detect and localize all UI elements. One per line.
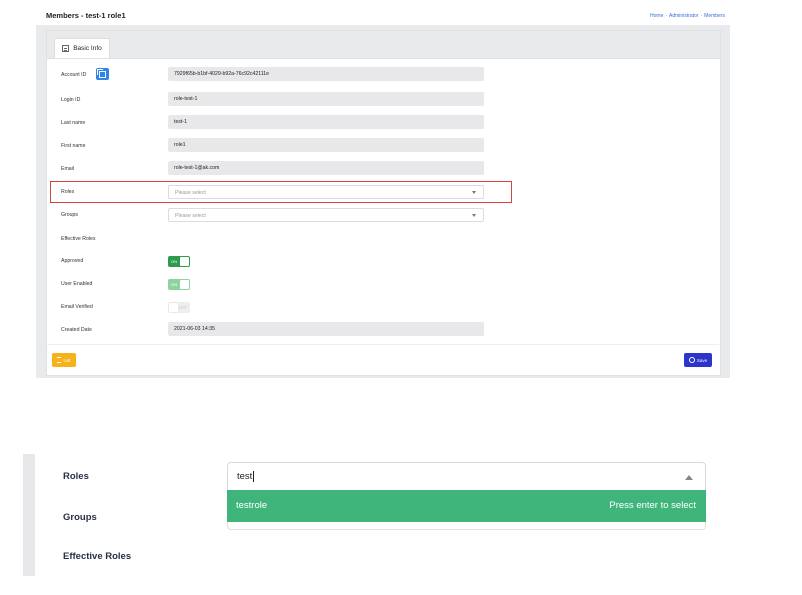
login-id-label: Login ID	[61, 97, 81, 103]
save-button[interactable]: Save	[684, 353, 712, 367]
list-icon	[57, 357, 62, 363]
zoom-roles-label: Roles	[63, 471, 89, 482]
email-label: Email	[61, 166, 74, 172]
account-id-field: 7929f65b-b1bf-4029-b92a-76c92c42111e	[168, 67, 484, 81]
last-name-label: Last name	[61, 120, 86, 126]
breadcrumb-home[interactable]: Home	[650, 13, 663, 19]
breadcrumb-administrator[interactable]: Administrator	[669, 13, 698, 19]
roles-label: Roles	[61, 189, 75, 195]
zoom-roles-search-input[interactable]: test	[227, 462, 706, 490]
zoom-groups-label: Groups	[63, 512, 97, 523]
groups-select[interactable]: Please select	[168, 208, 484, 222]
groups-label: Groups	[61, 212, 79, 218]
roles-placeholder: Please select	[175, 190, 206, 196]
option-hint: Press enter to select	[609, 500, 696, 511]
page-title: Members - test-1 role1	[46, 11, 126, 20]
chevron-down-icon	[472, 191, 476, 194]
groups-placeholder: Please select	[175, 213, 206, 219]
toggle-state: OFF	[179, 305, 187, 310]
account-id-label: Account ID	[61, 72, 87, 78]
zoom-effective-roles-label: Effective Roles	[63, 551, 132, 562]
created-date-field: 2021-06-03 14:35	[168, 322, 484, 336]
option-label: testrole	[236, 500, 268, 511]
first-name-label: First name	[61, 143, 86, 149]
user-enabled-label: User Enabled	[61, 281, 93, 287]
toggle-knob	[180, 280, 189, 289]
zoom-left-edge	[23, 454, 35, 576]
list-button[interactable]: List	[52, 353, 76, 367]
user-enabled-toggle[interactable]: ON	[168, 279, 190, 290]
chevron-down-icon	[472, 214, 476, 217]
toggle-knob	[169, 303, 178, 312]
save-button-label: Save	[696, 357, 708, 363]
list-button-label: List	[63, 357, 71, 363]
footer-divider	[46, 344, 719, 345]
approved-toggle[interactable]: ON	[168, 256, 190, 267]
first-name-field[interactable]: role1	[168, 138, 484, 152]
tab-bar: Basic Info	[47, 31, 720, 59]
toggle-knob	[180, 257, 189, 266]
last-name-field[interactable]: test-1	[168, 115, 484, 129]
tab-basic-info[interactable]: Basic Info	[54, 38, 110, 58]
search-text: test	[237, 471, 253, 482]
breadcrumb-members[interactable]: Members	[704, 13, 725, 19]
dropdown-option-testrole[interactable]: testrole Press enter to select	[227, 490, 706, 522]
approved-label: Approved	[61, 258, 84, 264]
text-cursor	[253, 470, 255, 482]
breadcrumb-separator: ·	[665, 13, 668, 19]
login-id-field: role-test-1	[168, 92, 484, 106]
check-circle-icon	[688, 357, 695, 363]
copy-icon	[97, 68, 106, 78]
created-date-label: Created Date	[61, 327, 92, 333]
chevron-up-icon[interactable]	[685, 475, 693, 480]
tab-label: Basic Info	[73, 45, 102, 52]
breadcrumb-separator: ·	[700, 13, 703, 19]
breadcrumb: Home · Administrator · Members	[649, 13, 726, 19]
dropdown-bottom-edge	[227, 522, 706, 530]
toggle-state: ON	[171, 282, 177, 287]
toggle-state: ON	[171, 259, 177, 264]
roles-select[interactable]: Please select	[168, 185, 484, 199]
email-verified-label: Email Verified	[61, 304, 93, 310]
email-field[interactable]: role-test-1@ak.com	[168, 161, 484, 175]
copy-button[interactable]	[96, 68, 109, 80]
form-icon	[62, 45, 70, 52]
email-verified-toggle[interactable]: OFF	[168, 302, 190, 313]
effective-roles-label: Effective Roles	[61, 236, 96, 242]
